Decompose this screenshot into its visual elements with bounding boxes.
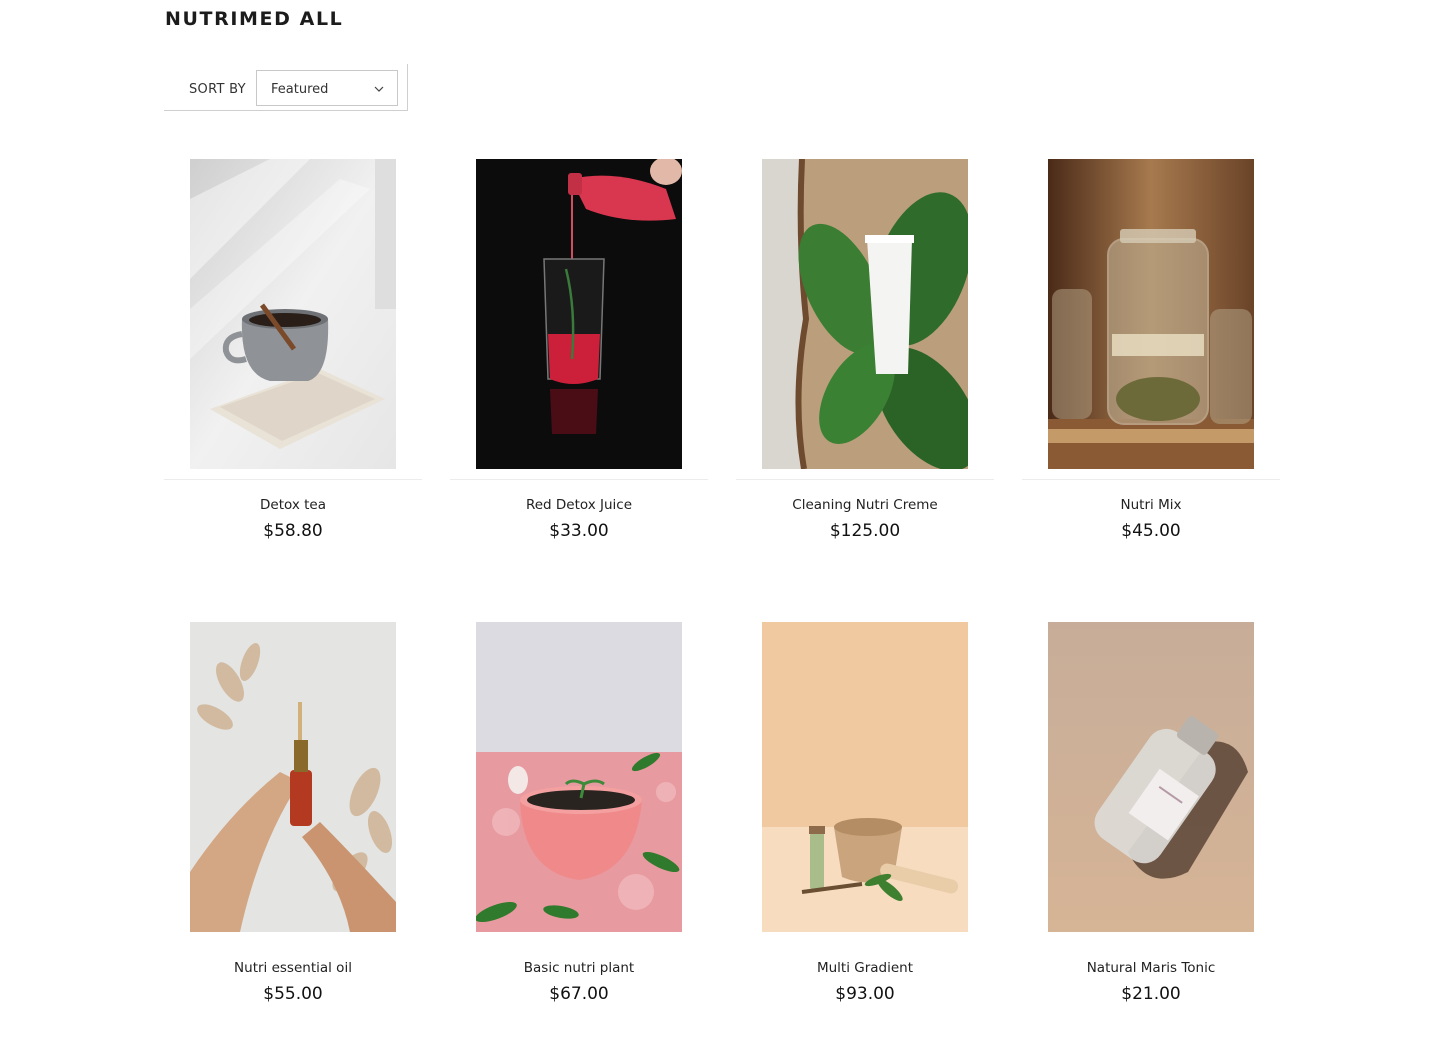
product-name[interactable]: Multi Gradient [736, 960, 994, 976]
card-divider [736, 479, 994, 480]
product-price: $125.00 [829, 521, 901, 541]
sort-bar: SORT BY Featured [164, 64, 408, 111]
chevron-down-icon [374, 86, 384, 92]
product-price: $45.00 [1121, 521, 1181, 541]
product-card[interactable]: Red Detox Juice $33.00 [450, 159, 708, 559]
product-name[interactable]: Natural Maris Tonic [1022, 960, 1280, 976]
product-price: $55.00 [263, 984, 323, 1004]
card-divider [164, 479, 422, 480]
sort-select[interactable]: Featured [256, 70, 398, 106]
card-divider [736, 942, 994, 943]
creme-tube-image[interactable] [762, 159, 968, 469]
product-price: $93.00 [835, 984, 895, 1004]
product-card[interactable]: Detox tea $58.80 [164, 159, 422, 559]
product-card[interactable]: Nutri essential oil $55.00 [164, 622, 422, 1022]
sort-by-label: SORT BY [189, 82, 246, 97]
card-divider [1022, 942, 1280, 943]
sort-selected-value: Featured [271, 82, 329, 97]
product-card[interactable]: Multi Gradient $93.00 [736, 622, 994, 1022]
card-divider [1022, 479, 1280, 480]
red-juice-image[interactable] [476, 159, 682, 469]
tonic-bottle-image[interactable] [1048, 622, 1254, 932]
product-price: $21.00 [1121, 984, 1181, 1004]
product-card[interactable]: Natural Maris Tonic $21.00 [1022, 622, 1280, 1022]
card-divider [164, 942, 422, 943]
card-divider [450, 942, 708, 943]
pink-bowl-plant-image[interactable] [476, 622, 682, 932]
tea-cup-image[interactable] [190, 159, 396, 469]
product-price: $33.00 [549, 521, 609, 541]
oil-dropper-image[interactable] [190, 622, 396, 932]
herb-jars-image[interactable] [1048, 159, 1254, 469]
page-title: NUTRIMED ALL [165, 8, 344, 30]
product-card[interactable]: Cleaning Nutri Creme $125.00 [736, 159, 994, 559]
product-name[interactable]: Nutri essential oil [164, 960, 422, 976]
product-name[interactable]: Basic nutri plant [450, 960, 708, 976]
card-divider [450, 479, 708, 480]
product-price: $67.00 [549, 984, 609, 1004]
mortar-herbs-image[interactable] [762, 622, 968, 932]
product-price: $58.80 [263, 521, 323, 541]
product-name[interactable]: Detox tea [164, 497, 422, 513]
product-name[interactable]: Cleaning Nutri Creme [736, 497, 994, 513]
product-name[interactable]: Nutri Mix [1022, 497, 1280, 513]
product-card[interactable]: Basic nutri plant $67.00 [450, 622, 708, 1022]
product-card[interactable]: Nutri Mix $45.00 [1022, 159, 1280, 559]
product-name[interactable]: Red Detox Juice [450, 497, 708, 513]
